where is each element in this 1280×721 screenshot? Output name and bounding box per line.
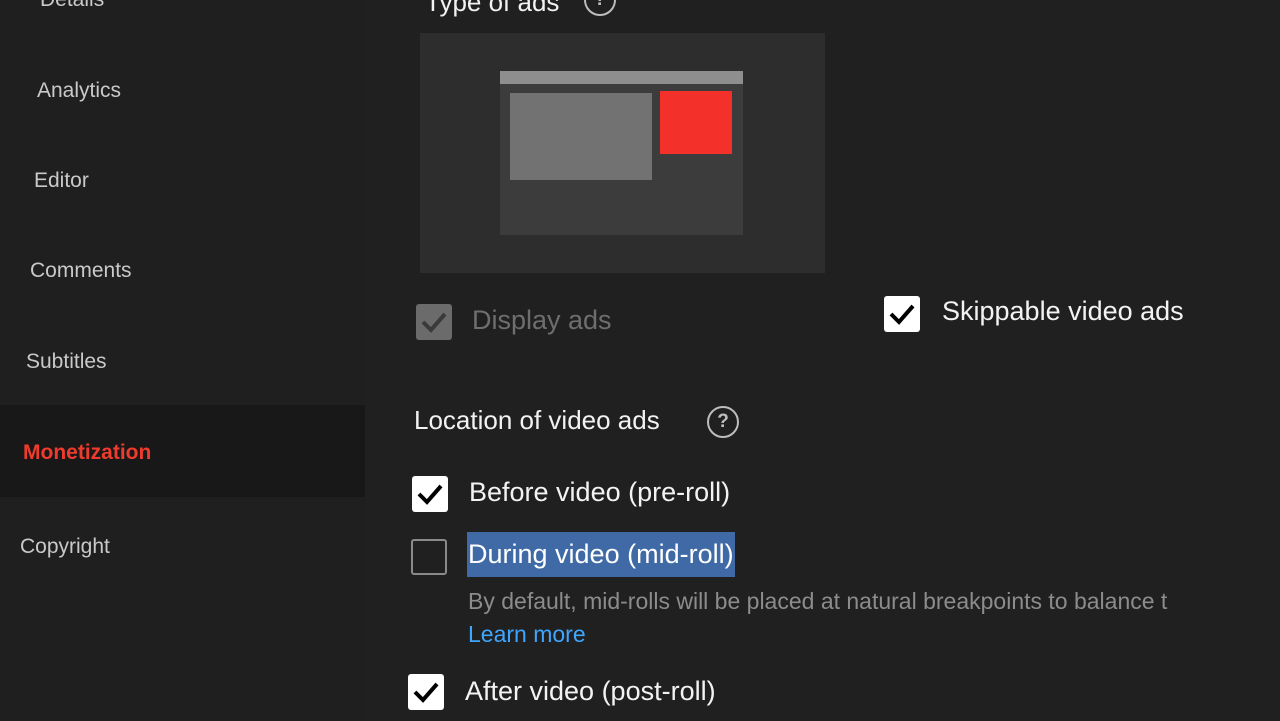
preview-video-area xyxy=(510,93,652,180)
sidebar-item-copyright[interactable]: Copyright xyxy=(20,535,110,559)
pre-roll-label: Before video (pre-roll) xyxy=(469,477,731,507)
preview-display-ad xyxy=(660,91,732,154)
post-roll-checkbox[interactable] xyxy=(408,674,444,710)
location-of-video-ads-title: Location of video ads xyxy=(414,405,660,435)
type-of-ads-title: Type of ads xyxy=(425,0,560,17)
sidebar-item-analytics[interactable]: Analytics xyxy=(37,79,121,103)
post-roll-label: After video (post-roll) xyxy=(465,676,716,706)
skippable-video-ads-label: Skippable video ads xyxy=(942,296,1184,326)
mid-roll-help-text: By default, mid-rolls will be placed at … xyxy=(468,588,1168,614)
help-circle-icon[interactable]: ? xyxy=(707,406,739,438)
display-ads-label: Display ads xyxy=(472,305,612,335)
sidebar-item-monetization[interactable]: Monetization xyxy=(23,441,151,465)
checkmark-icon xyxy=(413,682,439,703)
monetization-page: Details Analytics Editor Comments Subtit… xyxy=(0,0,1280,721)
mid-roll-label: During video (mid-roll) xyxy=(467,532,735,577)
display-ads-checkbox[interactable] xyxy=(416,304,452,340)
preview-title-bar xyxy=(500,71,743,84)
pre-roll-checkbox[interactable] xyxy=(412,476,448,512)
preview-screen xyxy=(500,71,743,235)
checkmark-icon xyxy=(889,304,915,325)
help-circle-icon[interactable]: ? xyxy=(584,0,616,16)
sidebar: Details Analytics Editor Comments Subtit… xyxy=(0,0,365,721)
checkmark-icon xyxy=(417,484,443,505)
skippable-video-ads-checkbox[interactable] xyxy=(884,296,920,332)
sidebar-item-details[interactable]: Details xyxy=(40,0,104,12)
checkmark-icon xyxy=(421,312,447,333)
sidebar-item-comments[interactable]: Comments xyxy=(30,259,132,283)
sidebar-item-subtitles[interactable]: Subtitles xyxy=(26,350,107,374)
mid-roll-checkbox[interactable] xyxy=(411,539,447,575)
ad-type-preview xyxy=(420,33,825,273)
learn-more-link[interactable]: Learn more xyxy=(468,621,586,648)
sidebar-item-editor[interactable]: Editor xyxy=(34,169,89,193)
